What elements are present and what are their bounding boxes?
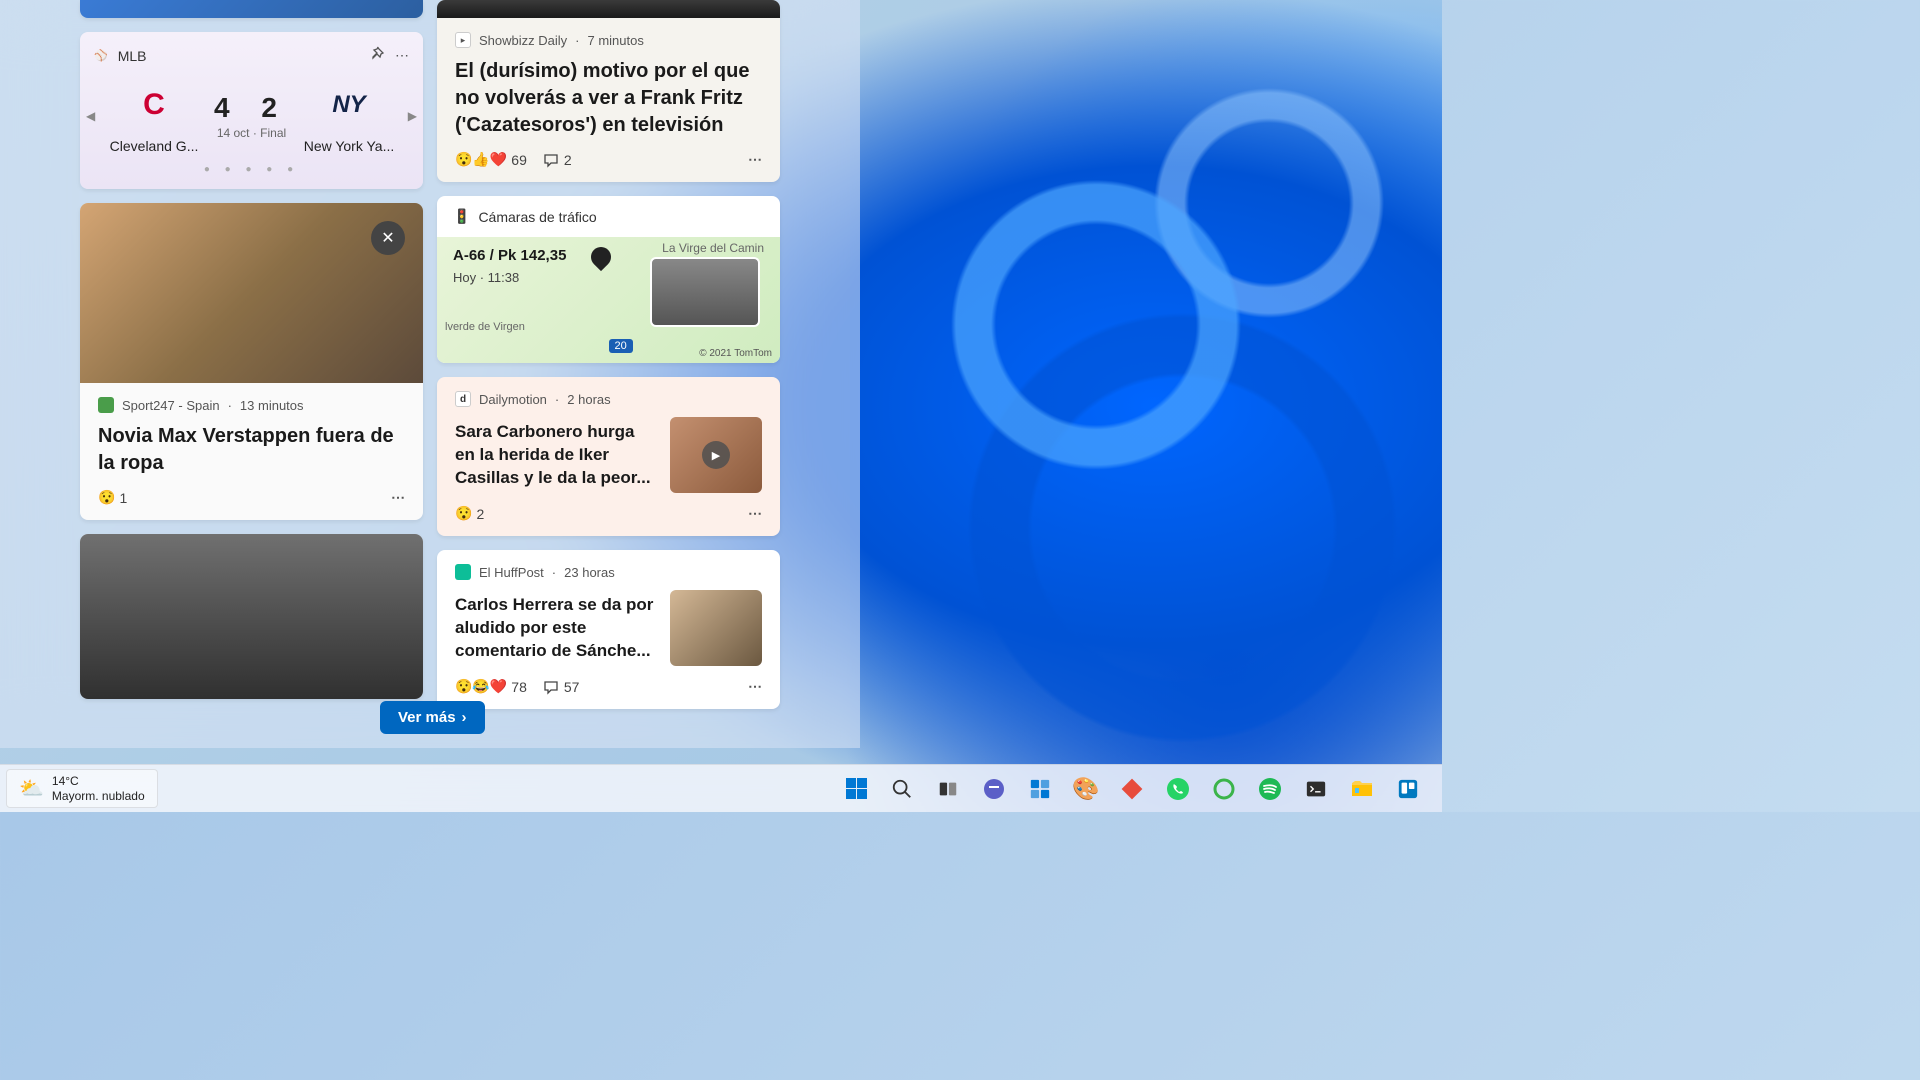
see-more-button[interactable]: Ver más › xyxy=(380,701,485,734)
whatsapp-icon[interactable] xyxy=(1158,769,1198,809)
news-time: 13 minutos xyxy=(240,398,304,413)
search-icon[interactable] xyxy=(882,769,922,809)
news-card-huffpost[interactable]: El HuffPost · 23 horas Carlos Herrera se… xyxy=(437,550,780,709)
chat-icon[interactable] xyxy=(974,769,1014,809)
mlb-league-label: MLB xyxy=(118,48,147,64)
widgets-left-column: ⚾ MLB ⋯ ◀ C Cleveland G... 4 2 xyxy=(80,0,423,709)
source-icon xyxy=(455,564,471,580)
news-thumb[interactable] xyxy=(670,590,762,666)
reactions-icon[interactable]: 😯👍❤️ 69 xyxy=(455,151,527,168)
torrent-icon[interactable] xyxy=(1204,769,1244,809)
traffic-light-icon: 🚦 xyxy=(453,208,470,225)
comments-icon[interactable]: 57 xyxy=(543,679,580,695)
widgets-icon[interactable] xyxy=(1020,769,1060,809)
more-icon[interactable]: ⋯ xyxy=(748,678,762,695)
news-thumb[interactable]: ▶ xyxy=(670,417,762,493)
route-badge: 20 xyxy=(609,339,633,353)
news-headline: Carlos Herrera se da por aludido por est… xyxy=(455,594,656,663)
score-1: 4 xyxy=(214,92,242,123)
news-image-street xyxy=(80,534,423,699)
app-icon-red[interactable] xyxy=(1112,769,1152,809)
widgets-right-column: ▸ Showbizz Daily · 7 minutos El (durísim… xyxy=(437,0,780,709)
map-label-2: lverde de Virgen xyxy=(445,321,525,333)
team-right[interactable]: NY New York Ya... xyxy=(289,77,409,154)
team-right-logo: NY xyxy=(321,77,376,132)
news-source: Showbizz Daily xyxy=(479,33,567,48)
score-box: 4 2 14 oct · Final xyxy=(214,92,289,140)
carousel-dots[interactable]: ● ● ● ● ● xyxy=(94,164,409,175)
news-card-showbizz[interactable]: ▸ Showbizz Daily · 7 minutos El (durísim… xyxy=(437,0,780,182)
weather-cond: Mayorm. nublado xyxy=(52,789,145,803)
news-card-bottom-partial[interactable] xyxy=(80,534,423,699)
traffic-card[interactable]: 🚦 Cámaras de tráfico La Virge del Camin … xyxy=(437,196,780,363)
news-time: 7 minutos xyxy=(588,33,644,48)
widgets-panel: ⚾ MLB ⋯ ◀ C Cleveland G... 4 2 xyxy=(0,0,860,748)
next-arrow-icon[interactable]: ▶ xyxy=(408,109,417,123)
team-right-name: New York Ya... xyxy=(289,138,409,154)
reactions-icon[interactable]: 😯😂❤️ 78 xyxy=(455,678,527,695)
score-2: 2 xyxy=(261,92,289,123)
traffic-map[interactable]: La Virge del Camin A-66 / Pk 142,35 Hoy … xyxy=(437,237,780,363)
more-icon[interactable]: ⋯ xyxy=(748,151,762,168)
news-headline: El (durísimo) motivo por el que no volve… xyxy=(455,58,762,139)
team-left[interactable]: C Cleveland G... xyxy=(94,77,214,154)
news-source: Sport247 - Spain xyxy=(122,398,220,413)
weather-widget[interactable]: ⛅ 14°C Mayorm. nublado xyxy=(6,769,158,808)
mlb-league-icon: ⚾ xyxy=(94,49,108,62)
task-view-icon[interactable] xyxy=(928,769,968,809)
team-left-name: Cleveland G... xyxy=(94,138,214,154)
source-icon xyxy=(98,397,114,413)
news-source: Dailymotion xyxy=(479,392,547,407)
close-icon[interactable]: ✕ xyxy=(371,221,405,255)
source-icon: d xyxy=(455,391,471,407)
news-source: El HuffPost xyxy=(479,565,544,580)
paint-icon[interactable]: 🎨 xyxy=(1066,769,1106,809)
traffic-title: Cámaras de tráfico xyxy=(478,209,596,225)
team-left-logo: C xyxy=(127,77,182,132)
news-headline: Sara Carbonero hurga en la herida de Ike… xyxy=(455,421,656,490)
traffic-camera-thumb[interactable] xyxy=(650,257,760,327)
weather-temp: 14°C xyxy=(52,774,145,788)
trello-icon[interactable] xyxy=(1388,769,1428,809)
more-icon[interactable]: ⋯ xyxy=(748,505,762,522)
source-icon: ▸ xyxy=(455,32,471,48)
weather-icon: ⛅ xyxy=(19,776,44,801)
news-headline: Novia Max Verstappen fuera de la ropa xyxy=(98,423,405,477)
reaction-emoji[interactable]: 😯 1 xyxy=(98,489,127,506)
play-icon[interactable]: ▶ xyxy=(702,441,730,469)
pin-icon[interactable] xyxy=(369,46,385,65)
taskbar-icons: 🎨 xyxy=(836,769,1428,809)
taskbar: ⛅ 14°C Mayorm. nublado 🎨 xyxy=(0,764,1442,812)
mlb-card[interactable]: ⚾ MLB ⋯ ◀ C Cleveland G... 4 2 xyxy=(80,32,423,189)
start-button[interactable] xyxy=(836,769,876,809)
comments-icon[interactable]: 2 xyxy=(543,152,572,168)
prev-arrow-icon[interactable]: ◀ xyxy=(86,109,95,123)
map-copyright: © 2021 TomTom xyxy=(699,348,772,359)
news-image: ✕ xyxy=(80,203,423,383)
file-explorer-icon[interactable] xyxy=(1342,769,1382,809)
spotify-icon[interactable] xyxy=(1250,769,1290,809)
game-status: 14 oct · Final xyxy=(214,126,289,140)
see-more-label: Ver más xyxy=(398,709,456,726)
map-label-1: La Virge del Camin xyxy=(662,241,764,255)
news-time: 2 horas xyxy=(567,392,610,407)
more-icon[interactable]: ⋯ xyxy=(391,489,405,506)
partial-card-top[interactable] xyxy=(80,0,423,18)
news-time: 23 horas xyxy=(564,565,615,580)
reaction-emoji[interactable]: 😯 2 xyxy=(455,505,484,522)
terminal-icon[interactable] xyxy=(1296,769,1336,809)
chevron-right-icon: › xyxy=(462,709,467,726)
news-card-dailymotion[interactable]: d Dailymotion · 2 horas Sara Carbonero h… xyxy=(437,377,780,536)
more-icon[interactable]: ⋯ xyxy=(395,47,409,64)
news-image-crowd xyxy=(437,0,780,18)
news-card-verstappen[interactable]: ✕ Sport247 - Spain · 13 minutos Novia Ma… xyxy=(80,203,423,520)
